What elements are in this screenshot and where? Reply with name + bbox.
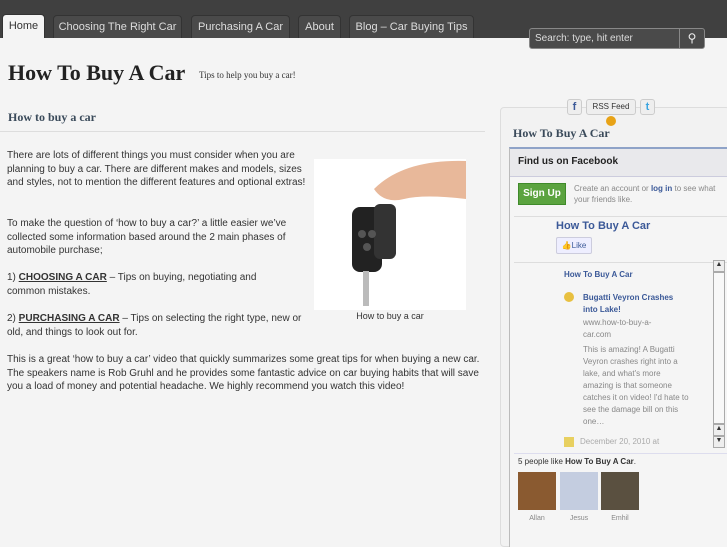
facebook-page-name[interactable]: How To Buy A Car: [556, 220, 650, 232]
purchasing-a-car-link[interactable]: PURCHASING A CAR: [19, 313, 120, 324]
paragraph-purchasing: 2) PURCHASING A CAR – Tips on selecting …: [7, 312, 307, 339]
image-caption: How to buy a car: [356, 311, 424, 321]
facebook-icon[interactable]: f: [567, 99, 582, 115]
site-title[interactable]: How To Buy A Car: [8, 60, 185, 86]
tab-home[interactable]: Home: [2, 14, 45, 38]
fan-name[interactable]: Allan: [518, 515, 556, 522]
site-tagline: Tips to help you buy a car!: [199, 70, 296, 80]
rss-feed-button[interactable]: RSS Feed: [586, 99, 636, 126]
fan-avatar[interactable]: [601, 472, 639, 510]
fan-name[interactable]: Jesus: [560, 515, 598, 522]
post-url: www.how-to-buy-a-car.com: [583, 318, 652, 339]
divider: [514, 262, 727, 263]
like-button[interactable]: 👍Like: [556, 237, 592, 254]
paragraph-choosing: 1) CHOOSING A CAR – Tips on buying, nego…: [7, 271, 272, 298]
page-avatar-icon: [564, 292, 574, 302]
post-date: December 20, 2010 at: [580, 437, 660, 446]
facebook-header: Find us on Facebook: [510, 149, 727, 177]
choosing-a-car-link[interactable]: CHOOSING A CAR: [19, 272, 107, 283]
tab-choosing-the-right-car[interactable]: Choosing The Right Car: [53, 15, 182, 38]
like-label: Like: [571, 241, 587, 250]
car-keys-image: [314, 159, 466, 310]
likes-page: How To Buy A Car: [565, 457, 634, 466]
tab-purchasing-a-car[interactable]: Purchasing A Car: [191, 15, 290, 38]
post-heading[interactable]: How to buy a car: [8, 110, 96, 125]
paragraph-video: This is a great ‘how to buy a car’ video…: [7, 354, 480, 393]
sidebar-title: How To Buy A Car: [513, 126, 610, 140]
rss-label: RSS Feed: [592, 102, 630, 111]
post-text: This is amazing! A Bugatti Veyron crashe…: [583, 345, 689, 426]
paragraph-question: To make the question of ‘how to buy a ca…: [7, 218, 287, 257]
tab-blog[interactable]: Blog – Car Buying Tips: [349, 15, 474, 38]
facebook-like-box: Find us on Facebook Sign Up Create an ac…: [509, 147, 727, 547]
post-title-link[interactable]: Bugatti Veyron Crashes into Lake!: [583, 292, 688, 316]
divider: [0, 131, 485, 132]
rss-icon: [606, 115, 616, 126]
stream-page-name[interactable]: How To Buy A Car: [564, 270, 633, 279]
divider: [514, 453, 727, 454]
scroll-down-button[interactable]: ▼: [713, 436, 725, 448]
scroll-up-button[interactable]: ▲: [713, 424, 725, 436]
post-type-icon: [564, 437, 574, 447]
likes-post: .: [633, 457, 636, 466]
search-icon[interactable]: ⚲: [679, 29, 704, 48]
list-number: 2): [7, 313, 19, 324]
search-placeholder: Search: type, hit enter: [535, 33, 633, 44]
likes-pre: 5 people like: [518, 457, 566, 466]
search-input[interactable]: Search: type, hit enter ⚲: [529, 28, 705, 49]
fan-avatar[interactable]: [518, 472, 556, 510]
login-link[interactable]: log in: [651, 184, 672, 193]
scrollbar-track[interactable]: [713, 272, 725, 424]
likes-count-text: 5 people like How To Buy A Car.: [518, 457, 636, 466]
create-pre: Create an account or: [574, 184, 651, 193]
fan-avatar[interactable]: [560, 472, 598, 510]
tab-about[interactable]: About: [298, 15, 341, 38]
fan-name[interactable]: Emhil: [601, 515, 639, 522]
signup-button[interactable]: Sign Up: [518, 183, 566, 205]
create-account-text: Create an account or log in to see what …: [574, 183, 727, 205]
scroll-up-button[interactable]: ▲: [713, 260, 725, 272]
twitter-icon[interactable]: t: [640, 99, 655, 115]
list-number: 1): [7, 272, 19, 283]
divider: [514, 216, 727, 217]
paragraph-intro: There are lots of different things you m…: [7, 150, 306, 189]
